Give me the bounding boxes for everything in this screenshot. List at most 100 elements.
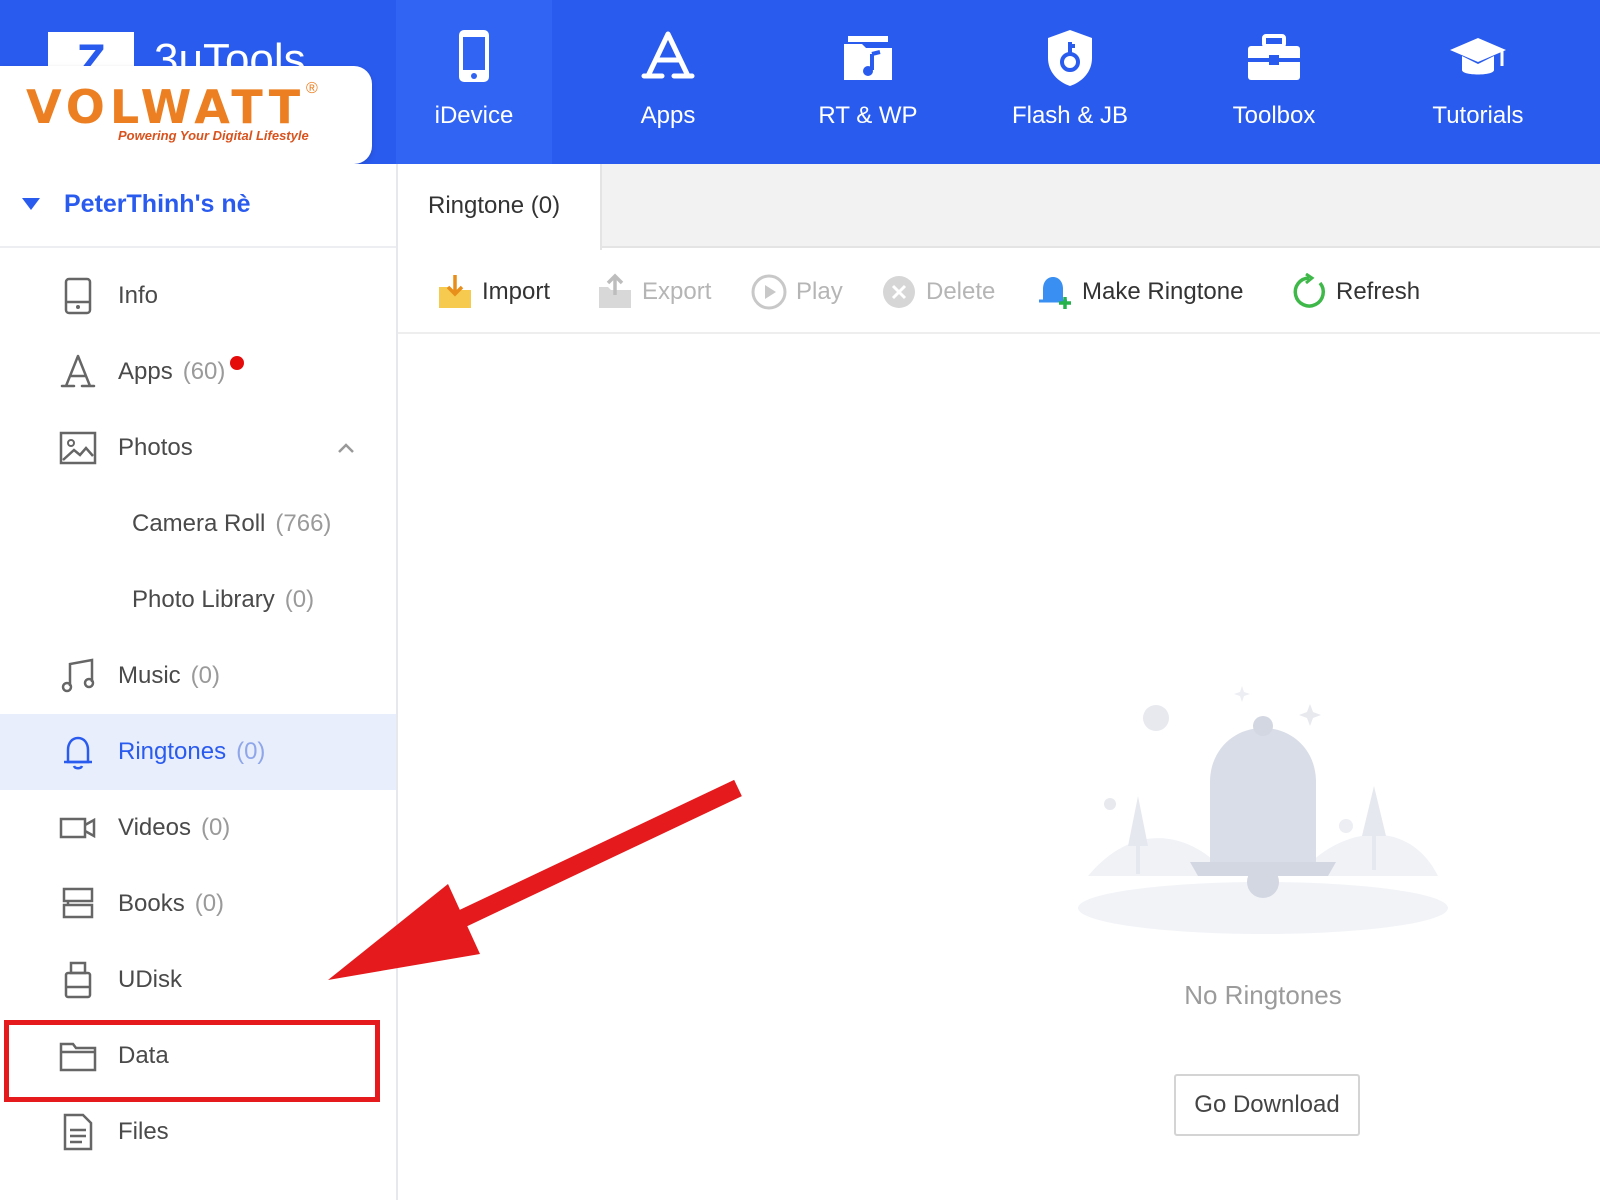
sidebar-item-label: Books (0) (118, 890, 224, 918)
export-label: Export (642, 278, 712, 305)
tab-ringtone[interactable]: Ringtone (0) (398, 164, 602, 250)
usb-drive-icon (64, 961, 92, 999)
device-name: PeterThinh's nè (64, 190, 251, 218)
sidebar-item-label: Info (118, 282, 158, 310)
bell-icon (64, 736, 92, 770)
nav-tab-label: Apps (640, 102, 696, 129)
music-folder-icon (844, 36, 892, 80)
make-ringtone-button[interactable]: Make Ringtone (1036, 272, 1243, 312)
data-highlight-box (4, 1020, 380, 1102)
device-info-icon (64, 277, 92, 315)
sidebar-item-text: Videos (118, 814, 191, 841)
sidebar-item-videos[interactable]: Videos (0) (0, 790, 396, 866)
bell-add-icon (1039, 277, 1071, 309)
sidebar-item-text: Camera Roll (132, 510, 266, 537)
sidebar-item-label: UDisk (118, 966, 182, 994)
photo-icon (59, 431, 97, 465)
book-icon (62, 887, 94, 919)
sidebar-item-text: Photos (118, 434, 193, 461)
main-content: Ringtone (0) Import Export Play Delete M… (398, 164, 1600, 1200)
sidebar-item-count: (0) (200, 814, 231, 841)
play-icon (751, 274, 787, 310)
notification-dot (230, 356, 244, 370)
nav-tab-idevice[interactable]: iDevice (396, 0, 552, 164)
nav-tab-tutorials[interactable]: Tutorials (1400, 0, 1556, 164)
sidebar-item-photos[interactable]: Photos (0, 410, 396, 486)
import-label: Import (482, 278, 551, 305)
sidebar-item-photo-library[interactable]: Photo Library (0) (0, 562, 396, 638)
sidebar-item-label: Photos (118, 434, 193, 462)
export-icon (599, 273, 631, 308)
sidebar-item-label: Videos (0) (118, 814, 230, 842)
refresh-label: Refresh (1336, 278, 1421, 305)
nav-tab-label: iDevice (434, 102, 514, 129)
volwatt-watermark: VOLWATT ® Powering Your Digital Lifestyl… (0, 66, 372, 164)
nav-tab-label: Flash & JB (1011, 102, 1129, 129)
sidebar-item-count: (766) (275, 510, 332, 537)
sidebar-item-count: (60) (182, 358, 226, 385)
nav-tab-label: RT & WP (818, 102, 918, 129)
sidebar-item-label: Apps (60) (118, 358, 225, 386)
music-note-icon (61, 658, 95, 693)
sidebar-item-text: Music (118, 662, 181, 689)
sidebar-item-label: Camera Roll (766) (132, 510, 331, 538)
play-label: Play (796, 278, 843, 305)
sidebar-item-count: (0) (236, 738, 266, 765)
play-button[interactable]: Play (750, 272, 843, 312)
sidebar-item-count: (0) (284, 586, 315, 613)
sidebar-item-music[interactable]: Music (0) (0, 638, 396, 714)
app-store-icon (60, 354, 96, 388)
sidebar-item-apps[interactable]: Apps (60) (0, 334, 396, 410)
sidebar-item-count: (0) (190, 662, 221, 689)
export-button[interactable]: Export (596, 272, 711, 312)
video-camera-icon (59, 817, 96, 839)
phone-icon (459, 30, 489, 82)
empty-state-text: No Ringtones (1184, 980, 1342, 1010)
sidebar-item-text: UDisk (118, 966, 182, 993)
sidebar-item-files[interactable]: Files (0, 1094, 396, 1170)
nav-tab-label: Tutorials (1432, 102, 1524, 129)
sidebar-item-text: Info (118, 282, 159, 309)
import-button[interactable]: Import (436, 272, 550, 312)
refresh-button[interactable]: Refresh (1290, 272, 1420, 312)
nav-tab-label: Toolbox (1232, 102, 1316, 129)
sidebar-item-text: Books (118, 890, 185, 917)
sidebar-item-ringtones[interactable]: Ringtones (0) (0, 714, 396, 790)
watermark-brand: VOLWATT (26, 80, 306, 134)
sidebar-item-label: Photo Library (0) (132, 586, 314, 614)
app-store-icon (641, 31, 695, 79)
nav-tab-rt-wp[interactable]: RT & WP (790, 0, 946, 164)
go-download-button[interactable]: Go Download (1174, 1074, 1360, 1136)
nav-tab-toolbox[interactable]: Toolbox (1196, 0, 1352, 164)
sidebar-item-udisk[interactable]: UDisk (0, 942, 396, 1018)
watermark-registered-mark: ® (306, 80, 318, 97)
sidebar-item-label: Files (118, 1118, 169, 1146)
delete-label: Delete (926, 278, 996, 305)
toolbar: Import Export Play Delete Make Ringtone … (398, 250, 1600, 334)
sidebar-item-label: Music (0) (118, 662, 220, 690)
content-tab-bar: Ringtone (0) (398, 164, 1600, 250)
sidebar-item-info[interactable]: Info (0, 258, 396, 334)
nav-tab-flash-jb[interactable]: Flash & JB (992, 0, 1148, 164)
device-selector[interactable]: PeterThinh's nè (0, 164, 396, 248)
chevron-up-icon[interactable] (336, 438, 356, 458)
delete-button[interactable]: Delete (880, 272, 995, 312)
shield-key-icon (1048, 30, 1092, 86)
sidebar-item-text: Files (118, 1118, 169, 1145)
file-icon (63, 1113, 93, 1151)
sidebar-item-text: Ringtones (118, 738, 227, 765)
nav-tab-apps[interactable]: Apps (590, 0, 746, 164)
tab-label: Ringtone (0) (428, 192, 561, 219)
sidebar-item-count: (0) (194, 890, 225, 917)
sidebar-item-text: Photo Library (132, 586, 275, 613)
delete-icon (883, 276, 915, 308)
sidebar-item-books[interactable]: Books (0) (0, 866, 396, 942)
import-icon (439, 275, 471, 308)
sidebar-item-text: Apps (118, 358, 173, 385)
empty-bell-illustration (1078, 686, 1448, 934)
caret-down-icon (22, 198, 40, 210)
sidebar-item-label: Ringtones (0) (118, 738, 265, 766)
toolbox-icon (1248, 34, 1300, 80)
refresh-icon (1293, 273, 1326, 308)
sidebar-item-camera-roll[interactable]: Camera Roll (766) (0, 486, 396, 562)
